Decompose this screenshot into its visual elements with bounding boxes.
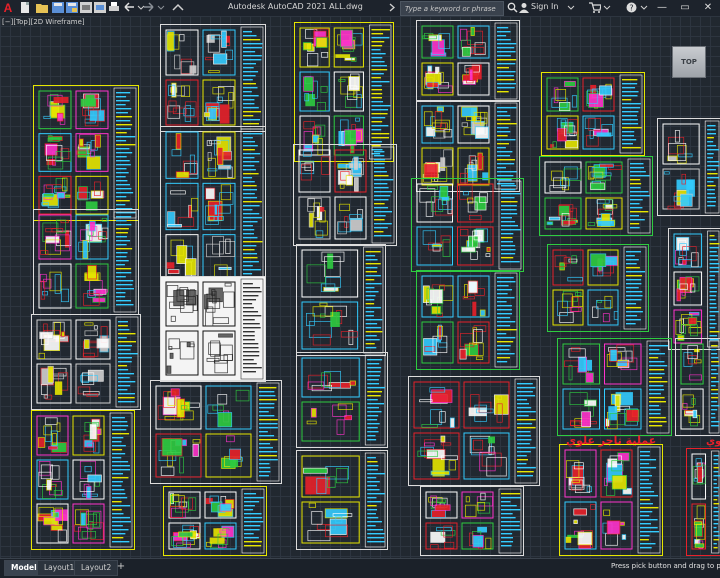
drawing-sheet: [416, 270, 520, 370]
search-icon[interactable]: [507, 2, 518, 16]
plot-icon[interactable]: [108, 2, 120, 13]
drawing-sheet: [160, 276, 266, 382]
drawing-sheet: [686, 448, 720, 556]
search-expand-icon[interactable]: [388, 2, 396, 16]
window-title: Autodesk AutoCAD 2021 ALL.dwg: [228, 2, 363, 11]
drawing-viewport[interactable]: [−][Top][2D Wireframe] TOP عملية تاجر عل…: [0, 16, 720, 558]
title-bar: A Autodesk AutoCAD 2021 ALL.dwg Type a k…: [0, 0, 720, 17]
drawing-sheet: [163, 486, 267, 556]
search-input[interactable]: [401, 2, 505, 15]
drawing-sheet: [675, 338, 720, 436]
viewport-controls[interactable]: [−][Top][2D Wireframe]: [2, 18, 85, 26]
open-icon[interactable]: [36, 2, 48, 13]
drawing-sheet: [557, 338, 672, 436]
sign-in-button[interactable]: Sign In: [531, 2, 558, 11]
add-layout-button[interactable]: +: [115, 560, 127, 574]
save-icon[interactable]: [52, 2, 64, 13]
drawing-sheet: [160, 126, 266, 288]
drawing-sheet: [559, 444, 663, 556]
drawing-sheet: [547, 244, 649, 332]
tab-layout2[interactable]: Layout2: [74, 560, 119, 576]
save-as-icon[interactable]: [66, 2, 78, 13]
drawing-sheet: [411, 178, 524, 272]
cart-dropdown-icon[interactable]: [603, 2, 611, 16]
drawing-sheet: [420, 486, 524, 556]
app-menu-button[interactable]: A: [1, 1, 15, 15]
drawing-sheet: [160, 24, 266, 132]
drawing-sheet: [296, 244, 386, 356]
undo-icon[interactable]: [123, 2, 135, 13]
redo-icon[interactable]: [143, 2, 155, 13]
status-message: Press pick button and drag to pan.: [611, 562, 720, 570]
close-button[interactable]: ✕: [696, 0, 720, 16]
status-bar: Model Layout1 Layout2 + Press pick butto…: [0, 558, 720, 578]
drawing-annotation: علوي: [706, 436, 720, 447]
drawing-sheet: [541, 72, 645, 156]
drawing-sheet: [293, 144, 397, 246]
drawing-sheet: [657, 118, 720, 216]
viewcube[interactable]: TOP: [672, 46, 706, 78]
svg-text:?: ?: [629, 4, 633, 13]
cloud-open-icon[interactable]: [80, 2, 92, 13]
minimize-button[interactable]: —: [650, 0, 674, 16]
drawing-annotation: عملية تاجر علوي: [566, 434, 657, 447]
drawing-sheet: [296, 352, 388, 448]
help-icon[interactable]: ?: [626, 2, 637, 16]
drawing-sheet: [31, 314, 141, 410]
drawing-sheet: [296, 450, 388, 550]
cloud-save-icon[interactable]: [94, 2, 106, 13]
drawing-sheet: [33, 85, 139, 221]
help-dropdown-icon[interactable]: [640, 2, 648, 16]
drawing-sheet: [31, 410, 135, 550]
redo-dropdown-icon[interactable]: [157, 2, 169, 13]
drawing-sheet: [408, 376, 540, 486]
drawing-sheet: [416, 20, 520, 102]
search-box[interactable]: [400, 1, 505, 16]
new-file-icon[interactable]: [19, 2, 31, 13]
share-icon[interactable]: [172, 2, 184, 13]
restore-button[interactable]: ▭: [673, 0, 697, 16]
drawing-sheet: [294, 22, 394, 162]
cart-icon[interactable]: [589, 2, 602, 16]
signin-dropdown-icon[interactable]: [567, 2, 575, 16]
drawing-sheet: [150, 380, 282, 484]
drawing-sheet: [539, 156, 653, 236]
drawing-sheet: [668, 228, 720, 350]
user-icon[interactable]: [519, 2, 529, 16]
drawing-sheet: [33, 209, 139, 315]
